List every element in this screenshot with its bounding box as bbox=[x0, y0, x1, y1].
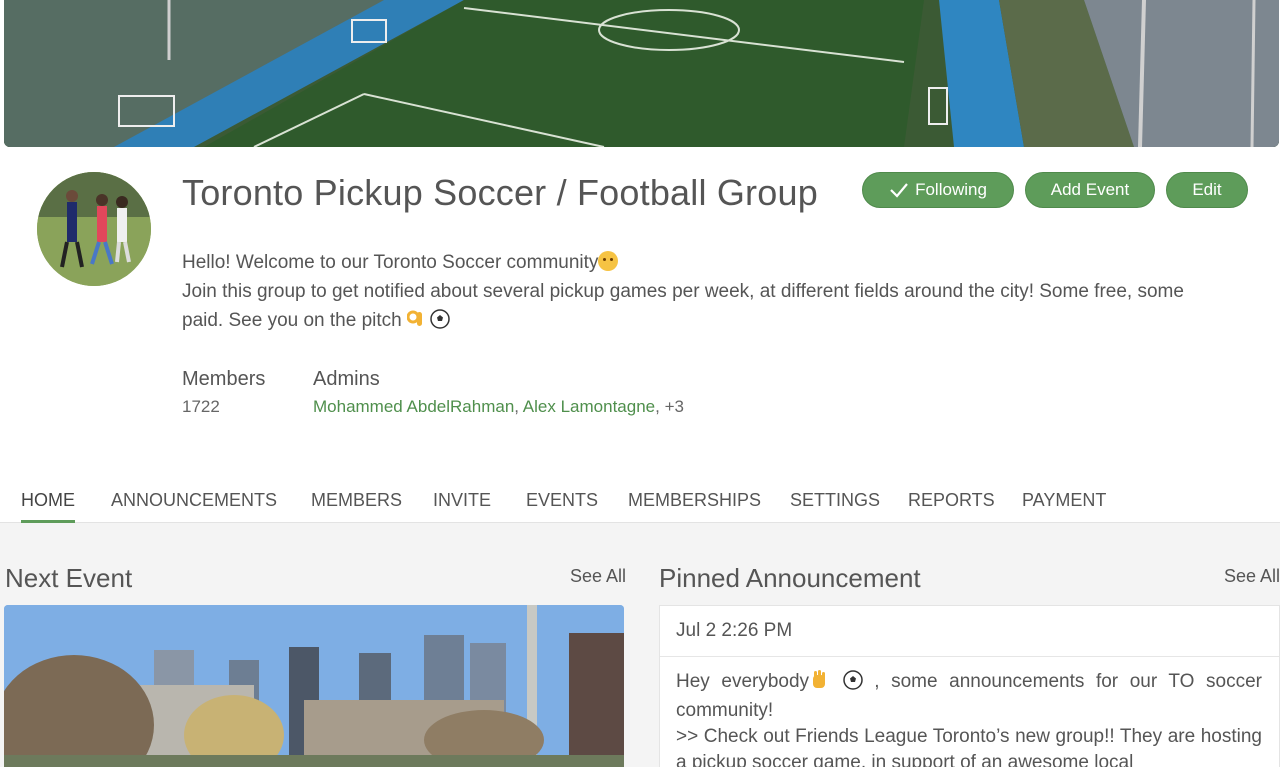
description-line-1: Hello! Welcome to our Toronto Soccer com… bbox=[182, 252, 599, 273]
soccer-ball-icon bbox=[842, 670, 863, 698]
announcement-body: Hey everybody , some announcements for o… bbox=[676, 669, 1262, 767]
next-event-see-all-link[interactable]: See All bbox=[570, 566, 626, 587]
group-title: Toronto Pickup Soccer / Football Group bbox=[182, 172, 818, 213]
announcement-text-1a: Hey everybody bbox=[676, 671, 810, 692]
add-event-button[interactable]: Add Event bbox=[1025, 172, 1155, 208]
group-description: Hello! Welcome to our Toronto Soccer com… bbox=[182, 248, 1222, 338]
description-line-2: Join this group to get notified about se… bbox=[182, 281, 1184, 331]
announcement-divider bbox=[660, 656, 1279, 657]
following-label: Following bbox=[915, 180, 987, 199]
soccer-ball-icon bbox=[430, 309, 451, 338]
members-label: Members bbox=[182, 368, 266, 390]
pinned-announcement-title: Pinned Announcement bbox=[659, 563, 921, 593]
next-event-image[interactable] bbox=[4, 605, 624, 767]
members-count: 1722 bbox=[182, 397, 220, 416]
tab-reports[interactable]: REPORTS bbox=[908, 490, 995, 520]
following-button[interactable]: Following bbox=[862, 172, 1014, 208]
tab-events[interactable]: EVENTS bbox=[526, 490, 598, 520]
tab-announcements[interactable]: ANNOUNCEMENTS bbox=[111, 490, 277, 520]
tab-invite[interactable]: INVITE bbox=[433, 490, 491, 520]
hugging-face-icon bbox=[598, 251, 619, 271]
group-tabs: HOME ANNOUNCEMENTS MEMBERS INVITE EVENTS… bbox=[0, 480, 1280, 523]
admins-label: Admins bbox=[313, 368, 380, 390]
tab-home[interactable]: HOME bbox=[21, 490, 75, 523]
group-avatar bbox=[37, 172, 151, 286]
edit-button[interactable]: Edit bbox=[1166, 172, 1248, 208]
admins-list: Mohammed AbdelRahman, Alex Lamontagne, +… bbox=[313, 397, 684, 416]
home-content: Next Event See All Pinned Announcement S… bbox=[0, 523, 1280, 767]
admins-more[interactable]: +3 bbox=[665, 397, 684, 416]
waving-hand-icon bbox=[809, 670, 831, 698]
tab-settings[interactable]: SETTINGS bbox=[790, 490, 880, 520]
pinned-see-all-link[interactable]: See All bbox=[1224, 566, 1280, 587]
tab-members[interactable]: MEMBERS bbox=[311, 490, 402, 520]
soccer-field-image bbox=[4, 0, 1279, 147]
announcement-text-2: >> Check out Friends League Toronto’s ne… bbox=[676, 726, 1262, 767]
tab-payment[interactable]: PAYMENT bbox=[1022, 490, 1106, 520]
tab-memberships[interactable]: MEMBERSHIPS bbox=[628, 490, 761, 520]
announcement-date: Jul 2 2:26 PM bbox=[676, 620, 793, 641]
admin-link-2[interactable]: Alex Lamontagne bbox=[523, 397, 655, 416]
cover-photo bbox=[4, 0, 1279, 147]
admin-link-1[interactable]: Mohammed AbdelRahman bbox=[313, 397, 514, 416]
ok-hand-icon bbox=[406, 309, 425, 338]
next-event-title: Next Event bbox=[5, 563, 133, 593]
pinned-announcement-card[interactable]: Jul 2 2:26 PM Hey everybody , some annou… bbox=[659, 605, 1280, 767]
checkmark-icon bbox=[889, 182, 909, 198]
